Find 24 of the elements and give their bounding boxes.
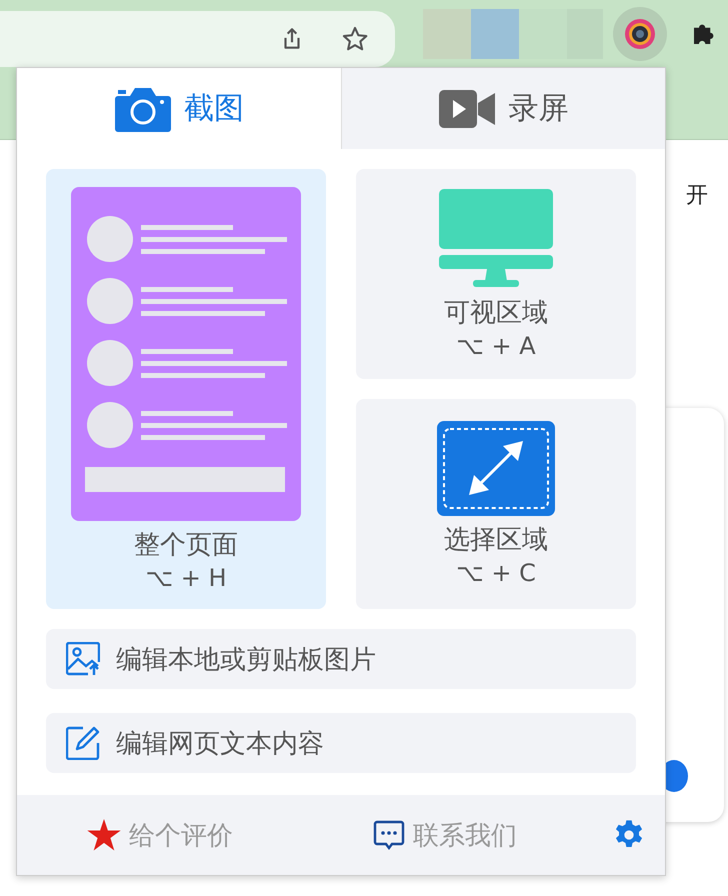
chat-icon [373, 819, 405, 851]
monitor-icon [439, 188, 553, 288]
option-label: 选择区域 [444, 524, 548, 557]
select-area-icon [437, 421, 555, 516]
video-camera-icon [438, 88, 496, 128]
star-icon [87, 819, 121, 851]
option-label: 可视区域 [444, 296, 548, 330]
image-upload-icon [66, 642, 100, 676]
edit-icon [66, 726, 100, 760]
star-icon[interactable] [341, 24, 369, 52]
capture-option[interactable]: 整个页面 ⌥ + H [46, 169, 326, 609]
shortcut-label: ⌥ + C [456, 559, 536, 587]
tab[interactable]: 录屏 [340, 68, 665, 149]
capture-option[interactable]: 选择区域 ⌥ + C [356, 399, 636, 609]
camera-lens-icon [624, 18, 656, 50]
shortcut-label: ⌥ + A [456, 332, 536, 360]
option-label: 整个页面 [134, 528, 238, 562]
action-item[interactable]: 编辑本地或剪贴板图片 [46, 629, 636, 689]
shortcut-label: ⌥ + H [145, 564, 227, 592]
capture-option[interactable]: 可视区域 ⌥ + A [356, 169, 636, 379]
tab[interactable]: 截图 [17, 68, 340, 149]
camera-icon [114, 86, 172, 132]
page-heading: 开 [686, 182, 708, 210]
action-item[interactable]: 编辑网页文本内容 [46, 713, 636, 773]
